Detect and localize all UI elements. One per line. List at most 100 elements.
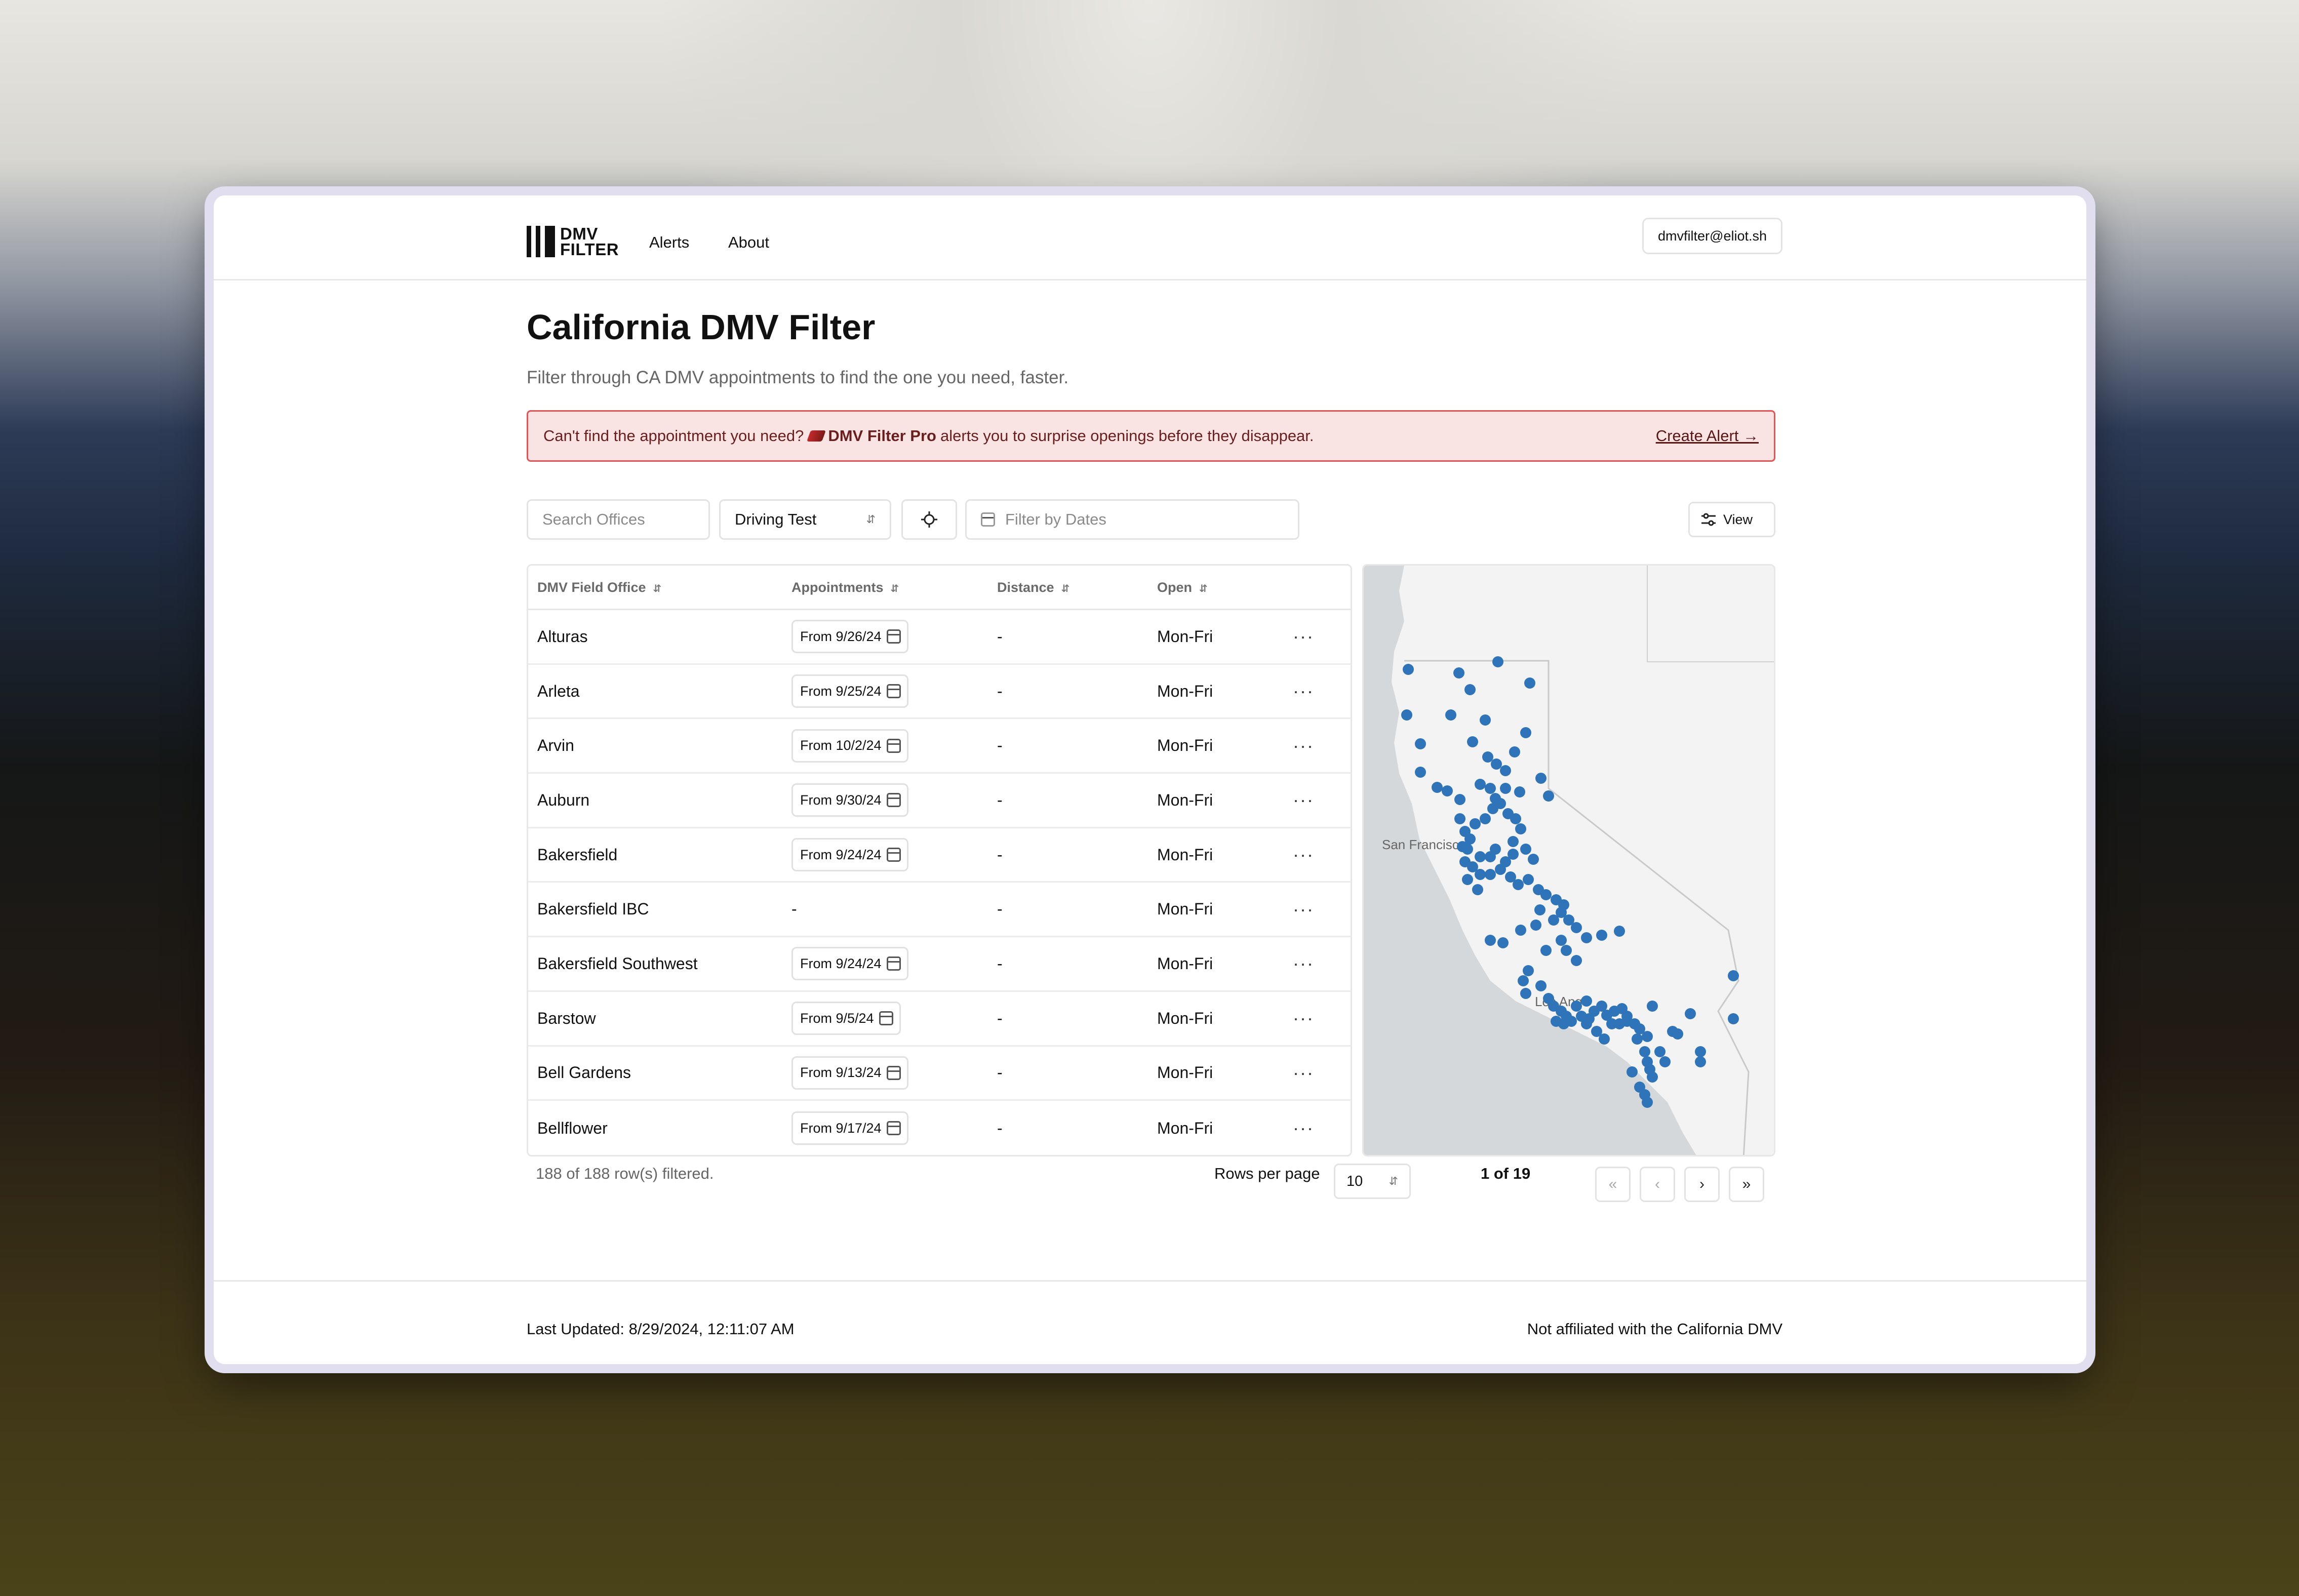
office-marker[interactable] — [1491, 759, 1502, 770]
office-marker[interactable] — [1482, 751, 1493, 763]
office-marker[interactable] — [1401, 709, 1412, 721]
office-marker[interactable] — [1639, 1046, 1650, 1057]
office-map[interactable]: San Francisco Los Ange — [1362, 564, 1775, 1156]
row-actions-button[interactable]: ··· — [1293, 828, 1314, 882]
column-header-appointments[interactable]: Appointments ⇵ — [791, 580, 899, 595]
row-actions-button[interactable]: ··· — [1293, 665, 1314, 718]
table-row[interactable]: Bellflower From 9/17/24 - Mon-Fri ··· — [528, 1101, 1351, 1155]
office-marker[interactable] — [1540, 945, 1552, 956]
office-marker[interactable] — [1500, 765, 1511, 776]
office-marker[interactable] — [1415, 738, 1426, 749]
row-actions-button[interactable]: ··· — [1293, 937, 1314, 990]
office-marker[interactable] — [1581, 932, 1592, 943]
table-row[interactable]: Bakersfield IBC - - Mon-Fri ··· — [528, 883, 1351, 938]
office-marker[interactable] — [1475, 869, 1486, 880]
office-marker[interactable] — [1566, 1016, 1577, 1027]
office-marker[interactable] — [1659, 1056, 1671, 1067]
table-row[interactable]: Barstow From 9/5/24 - Mon-Fri ··· — [528, 992, 1351, 1047]
view-button[interactable]: View — [1688, 502, 1775, 537]
office-marker[interactable] — [1453, 667, 1464, 679]
office-marker[interactable] — [1508, 836, 1519, 847]
office-marker[interactable] — [1535, 773, 1547, 784]
office-marker[interactable] — [1495, 798, 1506, 809]
office-marker[interactable] — [1459, 856, 1471, 867]
office-marker[interactable] — [1495, 864, 1506, 875]
office-marker[interactable] — [1454, 794, 1465, 805]
appointment-date-button[interactable]: From 9/26/24 — [791, 620, 908, 654]
office-marker[interactable] — [1475, 851, 1486, 862]
office-marker[interactable] — [1672, 1028, 1683, 1040]
office-marker[interactable] — [1685, 1008, 1696, 1019]
office-marker[interactable] — [1614, 926, 1625, 937]
row-actions-button[interactable]: ··· — [1293, 1101, 1314, 1155]
table-row[interactable]: Bell Gardens From 9/13/24 - Mon-Fri ··· — [528, 1047, 1351, 1101]
office-marker[interactable] — [1485, 851, 1496, 862]
nav-link-alerts[interactable]: Alerts — [649, 233, 689, 252]
office-marker[interactable] — [1647, 1001, 1658, 1012]
office-marker[interactable] — [1403, 664, 1414, 675]
office-marker[interactable] — [1728, 970, 1739, 981]
office-marker[interactable] — [1581, 995, 1592, 1007]
office-marker[interactable] — [1480, 714, 1491, 726]
office-marker[interactable] — [1472, 884, 1483, 895]
office-marker[interactable] — [1520, 727, 1531, 738]
appointment-date-button[interactable]: From 10/2/24 — [791, 729, 908, 763]
office-marker[interactable] — [1621, 1016, 1633, 1027]
table-row[interactable]: Bakersfield From 9/24/24 - Mon-Fri ··· — [528, 828, 1351, 883]
office-marker[interactable] — [1728, 1013, 1739, 1024]
create-alert-link[interactable]: Create Alert → — [1656, 427, 1759, 445]
next-page-button[interactable]: › — [1684, 1167, 1720, 1202]
appointment-date-button[interactable]: From 9/24/24 — [791, 838, 908, 872]
first-page-button[interactable]: « — [1595, 1167, 1631, 1202]
map-canvas[interactable]: San Francisco Los Ange — [1364, 566, 1775, 1156]
office-marker[interactable] — [1599, 1033, 1610, 1045]
office-marker[interactable] — [1509, 746, 1520, 757]
office-marker[interactable] — [1571, 1001, 1582, 1012]
office-marker[interactable] — [1514, 786, 1525, 797]
office-marker[interactable] — [1530, 920, 1541, 931]
appointment-date-button[interactable]: From 9/5/24 — [791, 1002, 901, 1035]
office-marker[interactable] — [1534, 904, 1545, 915]
rows-per-page-select[interactable]: 10 ⇵ — [1334, 1164, 1411, 1199]
office-marker[interactable] — [1528, 854, 1539, 865]
row-actions-button[interactable]: ··· — [1293, 610, 1314, 663]
office-marker[interactable] — [1462, 874, 1473, 885]
office-marker[interactable] — [1647, 1071, 1658, 1083]
office-marker[interactable] — [1500, 783, 1511, 794]
appointment-date-button[interactable]: From 9/30/24 — [791, 783, 908, 817]
service-select[interactable]: Driving Test ⇵ — [719, 499, 891, 540]
table-row[interactable]: Bakersfield Southwest From 9/24/24 - Mon… — [528, 937, 1351, 992]
office-marker[interactable] — [1571, 955, 1582, 966]
office-marker[interactable] — [1480, 813, 1491, 824]
prev-page-button[interactable]: ‹ — [1640, 1167, 1675, 1202]
office-marker[interactable] — [1642, 1097, 1653, 1108]
row-actions-button[interactable]: ··· — [1293, 883, 1314, 936]
appointment-date-button[interactable]: From 9/17/24 — [791, 1111, 908, 1145]
office-marker[interactable] — [1485, 869, 1496, 880]
office-marker[interactable] — [1515, 823, 1526, 834]
row-actions-button[interactable]: ··· — [1293, 992, 1314, 1045]
locate-button[interactable] — [901, 499, 957, 540]
office-marker[interactable] — [1571, 922, 1582, 933]
office-marker[interactable] — [1470, 818, 1481, 829]
office-marker[interactable] — [1485, 783, 1496, 794]
last-page-button[interactable]: » — [1729, 1167, 1764, 1202]
row-actions-button[interactable]: ··· — [1293, 774, 1314, 827]
appointment-date-button[interactable]: From 9/13/24 — [791, 1056, 908, 1090]
office-marker[interactable] — [1561, 945, 1572, 956]
nav-link-about[interactable]: About — [728, 233, 769, 252]
office-marker[interactable] — [1454, 813, 1465, 824]
appointment-date-button[interactable]: From 9/25/24 — [791, 674, 908, 708]
office-marker[interactable] — [1596, 930, 1607, 941]
table-row[interactable]: Auburn From 9/30/24 - Mon-Fri ··· — [528, 774, 1351, 828]
column-header-open[interactable]: Open ⇵ — [1157, 580, 1208, 595]
column-header-office[interactable]: DMV Field Office ⇵ — [537, 580, 661, 595]
table-row[interactable]: Alturas From 9/26/24 - Mon-Fri ··· — [528, 610, 1351, 665]
office-marker[interactable] — [1540, 889, 1552, 900]
office-marker[interactable] — [1523, 965, 1534, 976]
office-marker[interactable] — [1654, 1046, 1666, 1057]
office-marker[interactable] — [1548, 914, 1559, 926]
appointment-date-button[interactable]: From 9/24/24 — [791, 947, 908, 981]
table-row[interactable]: Arvin From 10/2/24 - Mon-Fri ··· — [528, 719, 1351, 774]
office-marker[interactable] — [1583, 1013, 1595, 1024]
